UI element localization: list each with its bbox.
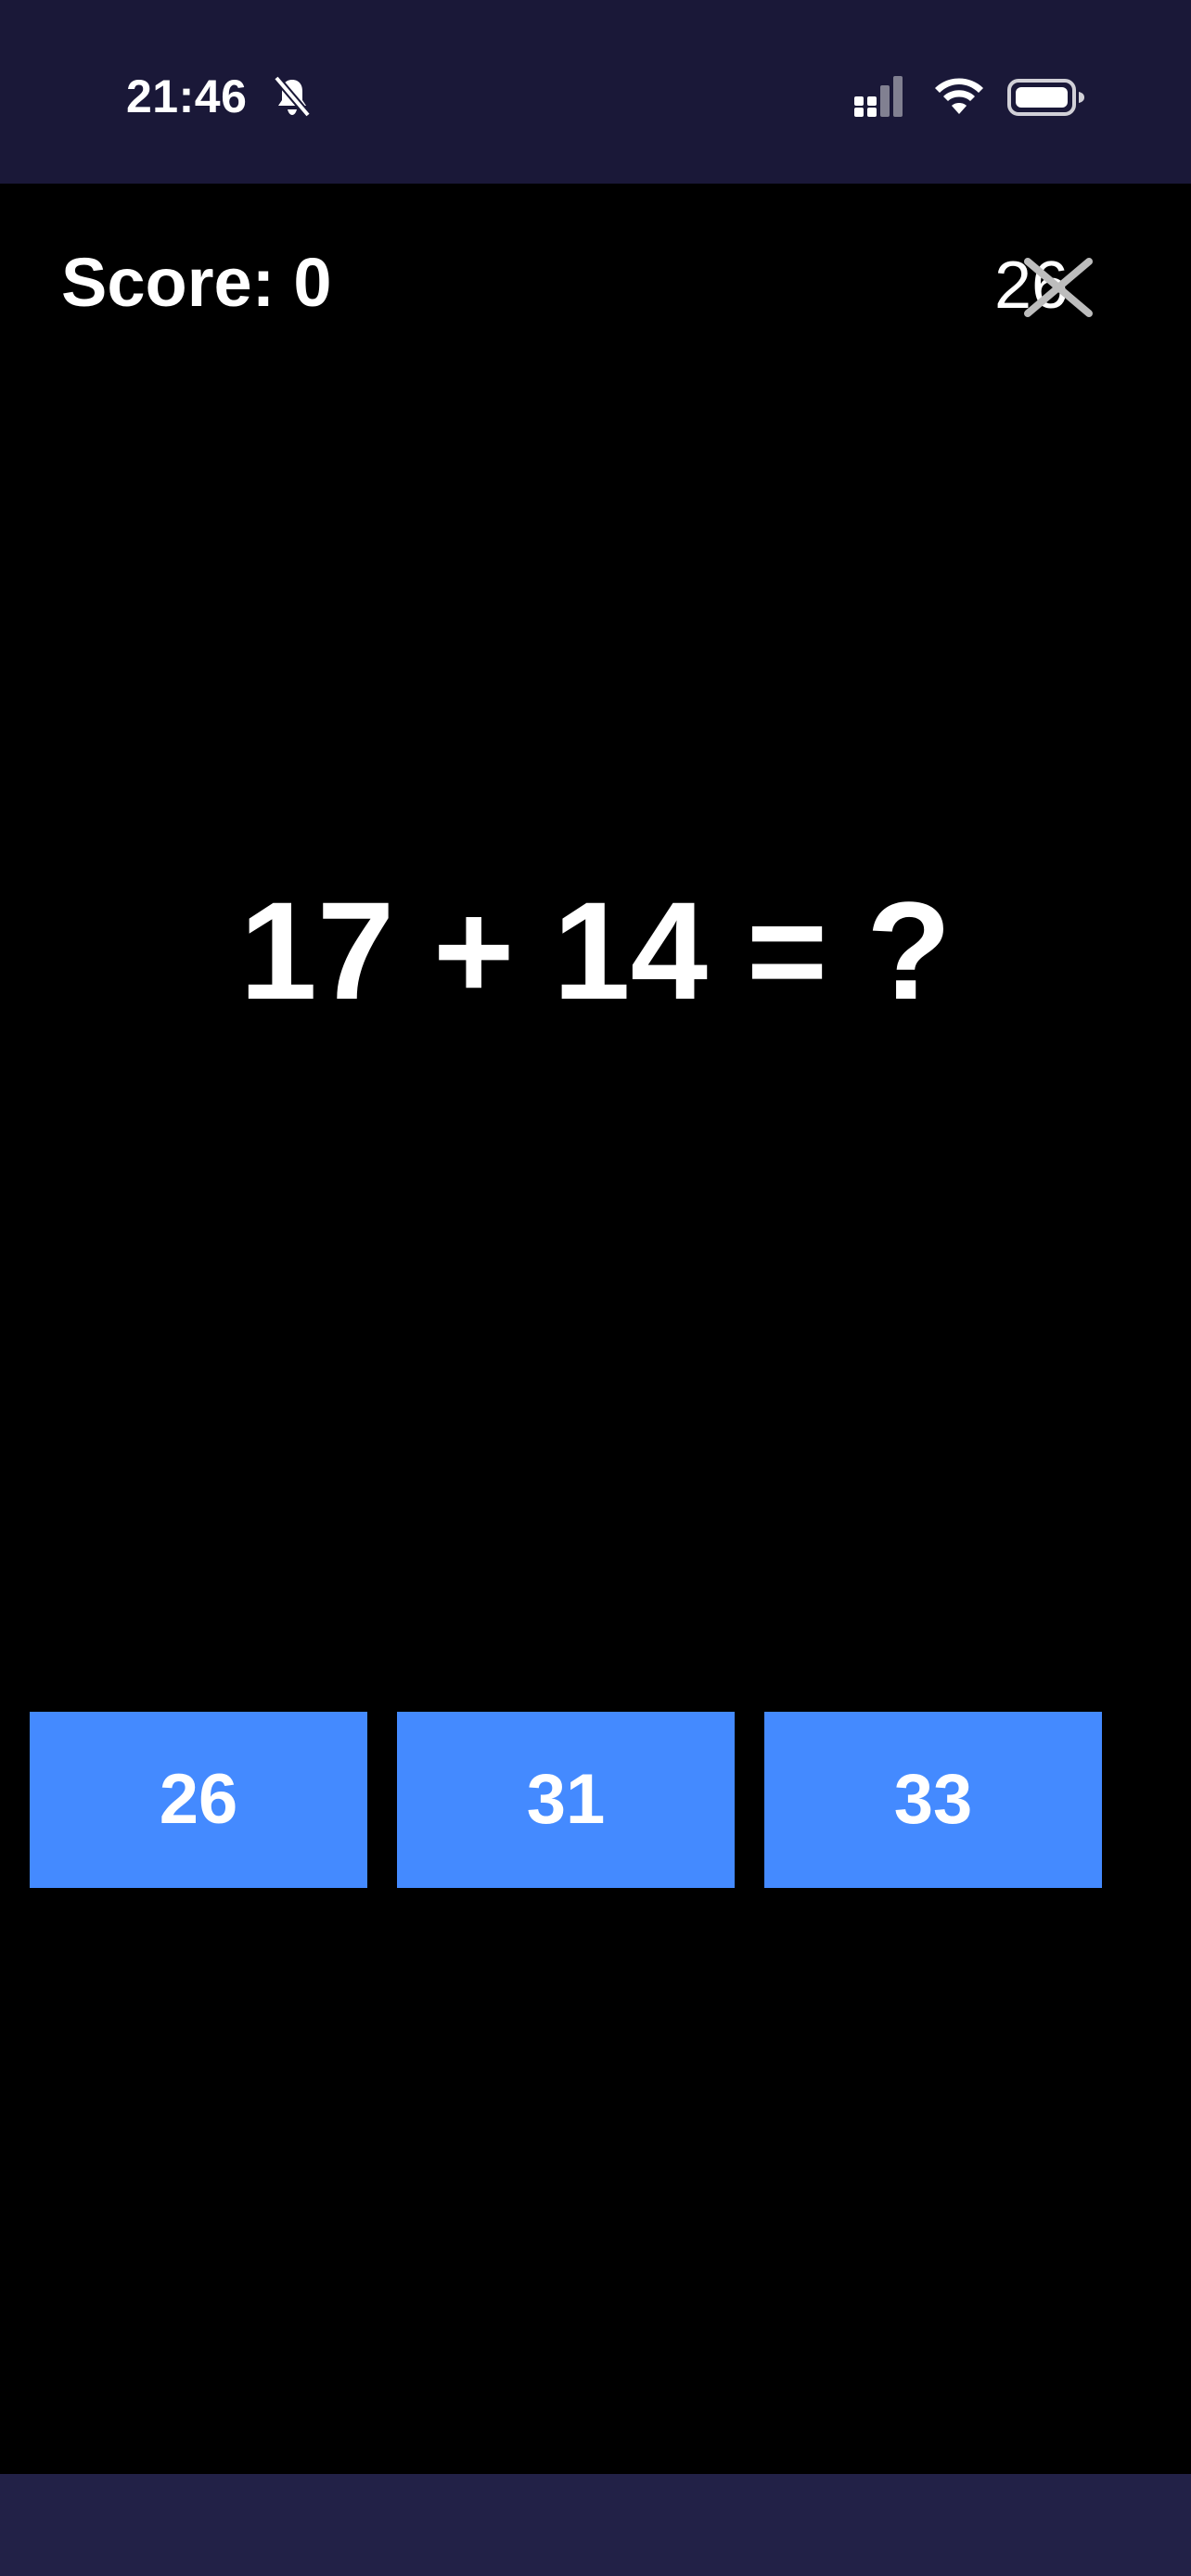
answer-button-2[interactable]: 31	[397, 1712, 735, 1888]
status-bar: 21:46	[0, 0, 1191, 184]
score-value: 0	[293, 244, 332, 321]
battery-icon	[1007, 79, 1084, 116]
close-icon[interactable]	[1022, 256, 1095, 319]
score-label: Score:	[61, 244, 275, 321]
signal-icon	[854, 76, 903, 117]
timer-display: 26	[994, 247, 1133, 325]
answer-options: 26 31 33	[30, 1712, 1161, 1888]
answer-button-1[interactable]: 26	[30, 1712, 367, 1888]
bell-off-icon	[273, 75, 312, 118]
score-display: Score: 0	[61, 244, 331, 322]
wifi-icon	[935, 78, 983, 114]
answer-button-3[interactable]: 33	[764, 1712, 1102, 1888]
question-text: 17 + 14 = ?	[239, 873, 952, 1028]
game-area	[0, 184, 1191, 2474]
bottom-bar	[0, 2474, 1191, 2576]
status-time: 21:46	[126, 70, 248, 122]
